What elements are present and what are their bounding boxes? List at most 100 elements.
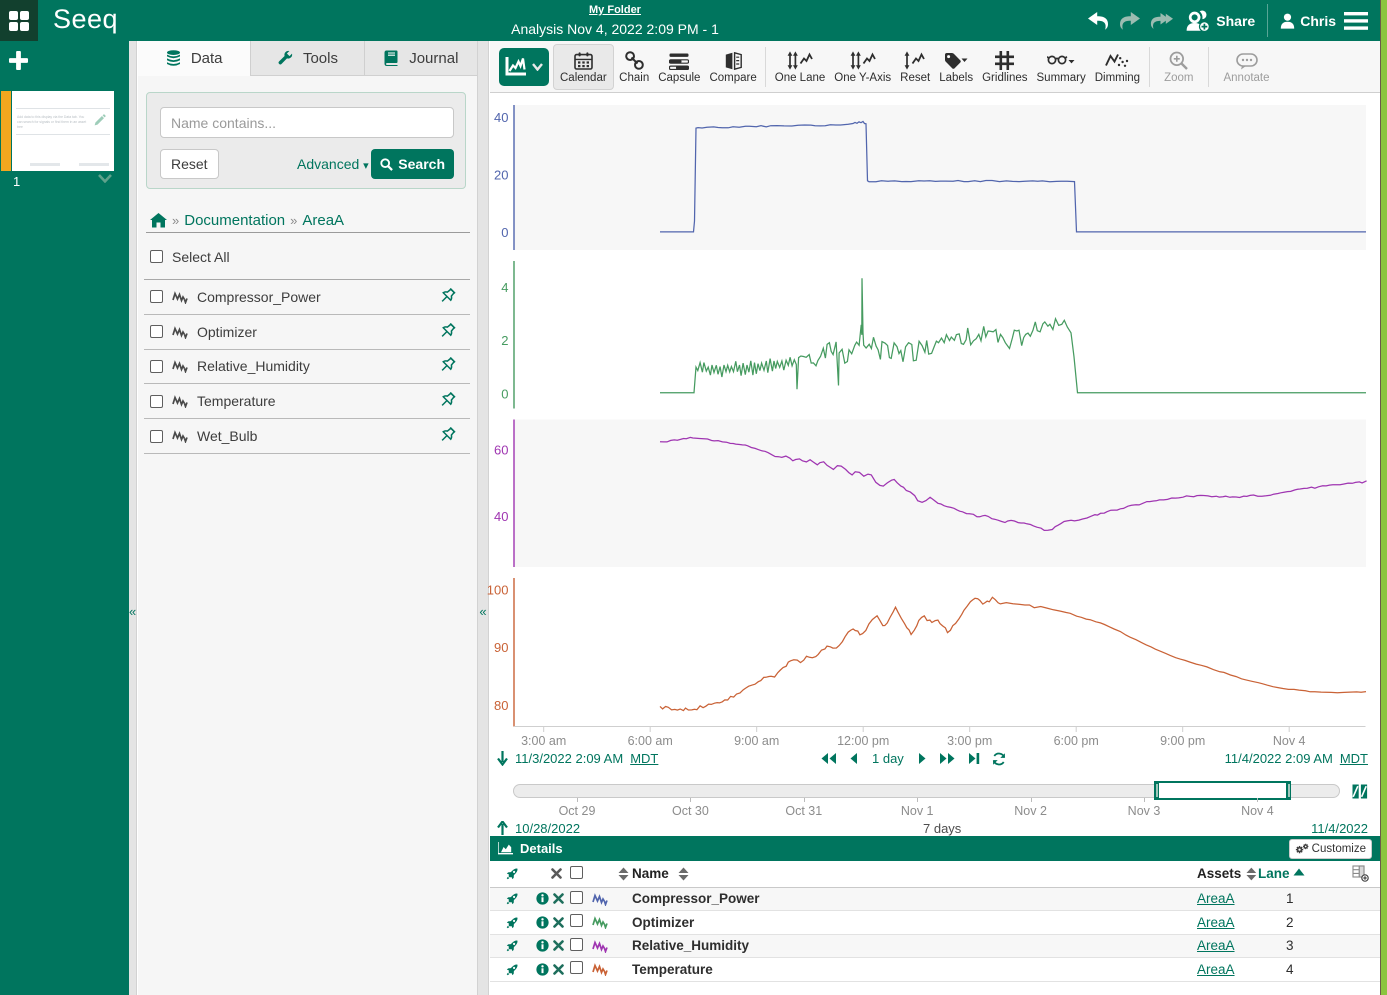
rocket-icon[interactable] xyxy=(506,939,519,952)
pin-icon[interactable] xyxy=(439,323,457,341)
toolbar-chain-button[interactable]: Chain xyxy=(616,44,653,90)
info-icon[interactable] xyxy=(536,916,549,929)
rocket-icon[interactable] xyxy=(506,892,519,905)
seeq-logo[interactable]: Seeq xyxy=(53,4,118,35)
step-to-end-button[interactable] xyxy=(968,752,980,765)
step-forward-button[interactable] xyxy=(918,752,927,765)
details-select-all-checkbox[interactable] xyxy=(570,866,583,879)
rocket-icon[interactable] xyxy=(506,867,519,880)
panel-collapse-gutter-left[interactable]: « xyxy=(129,41,137,995)
signal-checkbox[interactable] xyxy=(150,395,163,408)
home-icon[interactable] xyxy=(150,213,167,228)
timebar-selection[interactable] xyxy=(1155,781,1290,800)
remove-icon[interactable] xyxy=(553,964,564,975)
timebar-resize-icon[interactable] xyxy=(1352,784,1368,799)
timebar-handle-left[interactable] xyxy=(1154,781,1159,800)
row-checkbox[interactable] xyxy=(570,961,583,974)
details-row[interactable]: Compressor_Power AreaA 1 xyxy=(490,887,1380,911)
worksheet-thumbnail[interactable]: Add data to this display via the Data ta… xyxy=(1,91,118,171)
column-name-header[interactable]: Name xyxy=(632,866,669,881)
toolbar-onelane-button[interactable]: One Lane xyxy=(771,44,829,90)
range-start-arrow-icon[interactable] xyxy=(497,751,508,766)
signal-checkbox[interactable] xyxy=(150,360,163,373)
timebar-start-date[interactable]: 10/28/2022 xyxy=(515,821,580,836)
rocket-icon[interactable] xyxy=(506,916,519,929)
signal-checkbox[interactable] xyxy=(150,430,163,443)
row-name[interactable]: Temperature xyxy=(632,958,1197,982)
signal-name[interactable]: Wet_Bulb xyxy=(197,428,439,444)
toolbar-gridlines-button[interactable]: Gridlines xyxy=(979,44,1031,90)
step-forward-much-button[interactable] xyxy=(939,752,956,765)
info-icon[interactable] xyxy=(536,963,549,976)
range-start-datetime[interactable]: 11/3/2022 2:09 AM xyxy=(515,751,623,766)
pin-icon[interactable] xyxy=(439,288,457,306)
remove-icon[interactable] xyxy=(553,917,564,928)
sort-name-icon[interactable] xyxy=(677,867,690,881)
rocket-icon[interactable] xyxy=(506,963,519,976)
new-worksheet-button[interactable] xyxy=(8,50,30,72)
row-asset-link[interactable]: AreaA xyxy=(1197,891,1235,906)
sort-assets-icon[interactable] xyxy=(1245,867,1258,881)
search-button[interactable]: Search xyxy=(371,149,454,179)
row-name[interactable]: Optimizer xyxy=(632,911,1197,935)
range-start-tz[interactable]: MDT xyxy=(630,751,658,766)
remove-icon[interactable] xyxy=(553,940,564,951)
details-row[interactable]: Optimizer AreaA 2 xyxy=(490,911,1380,935)
toolbar-reset-button[interactable]: Reset xyxy=(897,44,934,90)
timebar-handle-right[interactable] xyxy=(1286,781,1291,800)
step-back-much-button[interactable] xyxy=(820,752,837,765)
undo-button[interactable] xyxy=(1086,9,1110,33)
row-asset-link[interactable]: AreaA xyxy=(1197,962,1235,977)
pin-icon[interactable] xyxy=(439,392,457,410)
tab-tools[interactable]: Tools xyxy=(251,41,364,75)
signal-list-item[interactable]: Compressor_Power xyxy=(144,280,470,315)
toolbar-summary-button[interactable]: Summary xyxy=(1033,44,1089,90)
pin-icon[interactable] xyxy=(439,427,457,445)
details-row[interactable]: Relative_Humidity AreaA 3 xyxy=(490,934,1380,958)
column-lane-header[interactable]: Lane xyxy=(1258,866,1290,881)
breadcrumb-documentation[interactable]: Documentation xyxy=(184,212,285,229)
signal-name[interactable]: Temperature xyxy=(197,393,439,409)
info-icon[interactable] xyxy=(536,939,549,952)
toolbar-labels-button[interactable]: Labels xyxy=(936,44,977,90)
toolbar-oneyaxis-button[interactable]: One Y-Axis xyxy=(831,44,895,90)
tab-journal[interactable]: Journal xyxy=(365,41,477,75)
customize-button[interactable]: Customize xyxy=(1289,839,1372,859)
toolbar-capsule-button[interactable]: Capsule xyxy=(655,44,704,90)
signal-list-item[interactable]: Wet_Bulb xyxy=(144,419,470,454)
redo-all-button[interactable] xyxy=(1150,9,1174,33)
info-icon[interactable] xyxy=(536,892,549,905)
sort-lane-asc-icon[interactable] xyxy=(1293,868,1305,876)
hamburger-menu-button[interactable] xyxy=(1344,9,1368,33)
toolbar-zoom-button[interactable]: Zoom xyxy=(1161,44,1197,90)
toolbar-dimming-button[interactable]: Dimming xyxy=(1091,44,1143,90)
row-asset-link[interactable]: AreaA xyxy=(1197,938,1235,953)
row-checkbox[interactable] xyxy=(570,891,583,904)
advanced-toggle[interactable]: Advanced ▾ xyxy=(297,156,369,172)
signal-list-item[interactable]: Temperature xyxy=(144,384,470,419)
trend-chart[interactable]: 02040024406080901003:00 am6:00 am9:00 am… xyxy=(482,94,1380,794)
add-column-icon[interactable] xyxy=(1352,865,1369,882)
range-full-arrow-icon[interactable] xyxy=(497,821,508,836)
user-menu[interactable]: Chris xyxy=(1280,13,1336,29)
redo-button[interactable] xyxy=(1118,9,1142,33)
pin-icon[interactable] xyxy=(439,357,457,375)
share-button[interactable]: Share xyxy=(1186,10,1255,32)
app-switcher-button[interactable] xyxy=(0,0,38,41)
toolbar-calendar-button[interactable]: Calendar xyxy=(553,44,614,90)
series-Temperature[interactable] xyxy=(660,597,1366,710)
remove-all-icon[interactable] xyxy=(551,868,562,879)
signal-name[interactable]: Compressor_Power xyxy=(197,289,439,305)
collapse-left-icon[interactable]: « xyxy=(129,604,136,619)
series-Optimizer[interactable] xyxy=(660,278,1366,392)
my-folder-link[interactable]: My Folder xyxy=(589,4,641,16)
column-assets-header[interactable]: Assets xyxy=(1197,866,1241,881)
range-end-datetime[interactable]: 11/4/2022 2:09 AM xyxy=(1225,751,1333,766)
signal-name[interactable]: Relative_Humidity xyxy=(197,358,439,374)
timebar-end-date[interactable]: 11/4/2022 xyxy=(1311,821,1368,836)
row-checkbox[interactable] xyxy=(570,938,583,951)
signal-list-item[interactable]: Optimizer xyxy=(144,315,470,350)
toolbar-compare-button[interactable]: Compare xyxy=(706,44,760,90)
details-row[interactable]: Temperature AreaA 4 xyxy=(490,958,1380,982)
row-name[interactable]: Compressor_Power xyxy=(632,887,1197,911)
